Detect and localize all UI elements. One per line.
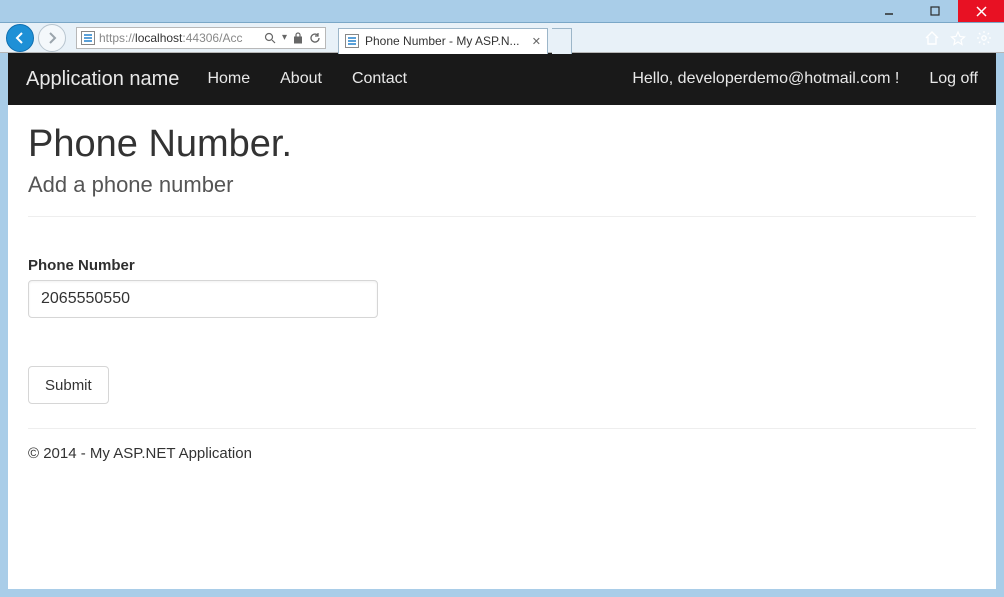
phone-number-input[interactable] bbox=[28, 280, 378, 318]
window-titlebar bbox=[0, 0, 1004, 22]
window-maximize-button[interactable] bbox=[912, 0, 958, 22]
browser-toolbar: https://localhost:44306/Acc ▾ Phone Numb… bbox=[0, 22, 1004, 53]
site-navbar: Application name Home About Contact Hell… bbox=[8, 53, 996, 105]
url-scheme: https:// bbox=[99, 31, 135, 45]
window-close-button[interactable] bbox=[958, 0, 1004, 22]
nav-links: Home About Contact bbox=[207, 70, 407, 88]
logoff-link[interactable]: Log off bbox=[929, 70, 978, 88]
address-controls: ▾ bbox=[258, 32, 321, 44]
window-minimize-button[interactable] bbox=[866, 0, 912, 22]
page-title: Phone Number. bbox=[28, 123, 976, 166]
nav-contact-link[interactable]: Contact bbox=[352, 70, 407, 88]
page-icon bbox=[81, 31, 95, 45]
address-bar[interactable]: https://localhost:44306/Acc ▾ bbox=[76, 27, 326, 49]
toolbar-right-icons bbox=[924, 30, 998, 46]
url-text: https://localhost:44306/Acc bbox=[99, 31, 254, 45]
search-icon[interactable] bbox=[264, 32, 276, 44]
page-container: Phone Number. Add a phone number Phone N… bbox=[8, 105, 996, 480]
dropdown-icon[interactable]: ▾ bbox=[282, 32, 287, 43]
footer-divider bbox=[28, 428, 976, 429]
url-port: :44306 bbox=[182, 31, 219, 45]
url-host: localhost bbox=[135, 31, 182, 45]
back-button[interactable] bbox=[6, 24, 34, 52]
brand-link[interactable]: Application name bbox=[26, 68, 179, 91]
nav-right: Hello, developerdemo@hotmail.com ! Log o… bbox=[632, 70, 978, 88]
browser-tab[interactable]: Phone Number - My ASP.N... ✕ bbox=[338, 28, 548, 54]
lock-icon bbox=[293, 32, 303, 44]
user-greeting-link[interactable]: Hello, developerdemo@hotmail.com ! bbox=[632, 70, 899, 88]
url-path: /Acc bbox=[219, 31, 242, 45]
tab-page-icon bbox=[345, 34, 359, 48]
home-icon[interactable] bbox=[924, 30, 940, 46]
tab-title: Phone Number - My ASP.N... bbox=[365, 34, 526, 48]
star-icon[interactable] bbox=[950, 30, 966, 46]
forward-button[interactable] bbox=[38, 24, 66, 52]
nav-about-link[interactable]: About bbox=[280, 70, 322, 88]
nav-home-link[interactable]: Home bbox=[207, 70, 250, 88]
submit-button[interactable]: Submit bbox=[28, 366, 109, 404]
gear-icon[interactable] bbox=[976, 30, 992, 46]
tab-close-icon[interactable]: ✕ bbox=[532, 35, 541, 48]
phone-number-label: Phone Number bbox=[28, 257, 976, 274]
refresh-icon[interactable] bbox=[309, 32, 321, 44]
browser-viewport: Application name Home About Contact Hell… bbox=[0, 53, 1004, 597]
web-page: Application name Home About Contact Hell… bbox=[8, 53, 996, 589]
new-tab-button[interactable] bbox=[552, 28, 572, 54]
footer-text: © 2014 - My ASP.NET Application bbox=[28, 445, 976, 462]
divider bbox=[28, 216, 976, 217]
page-subtitle: Add a phone number bbox=[28, 172, 976, 198]
